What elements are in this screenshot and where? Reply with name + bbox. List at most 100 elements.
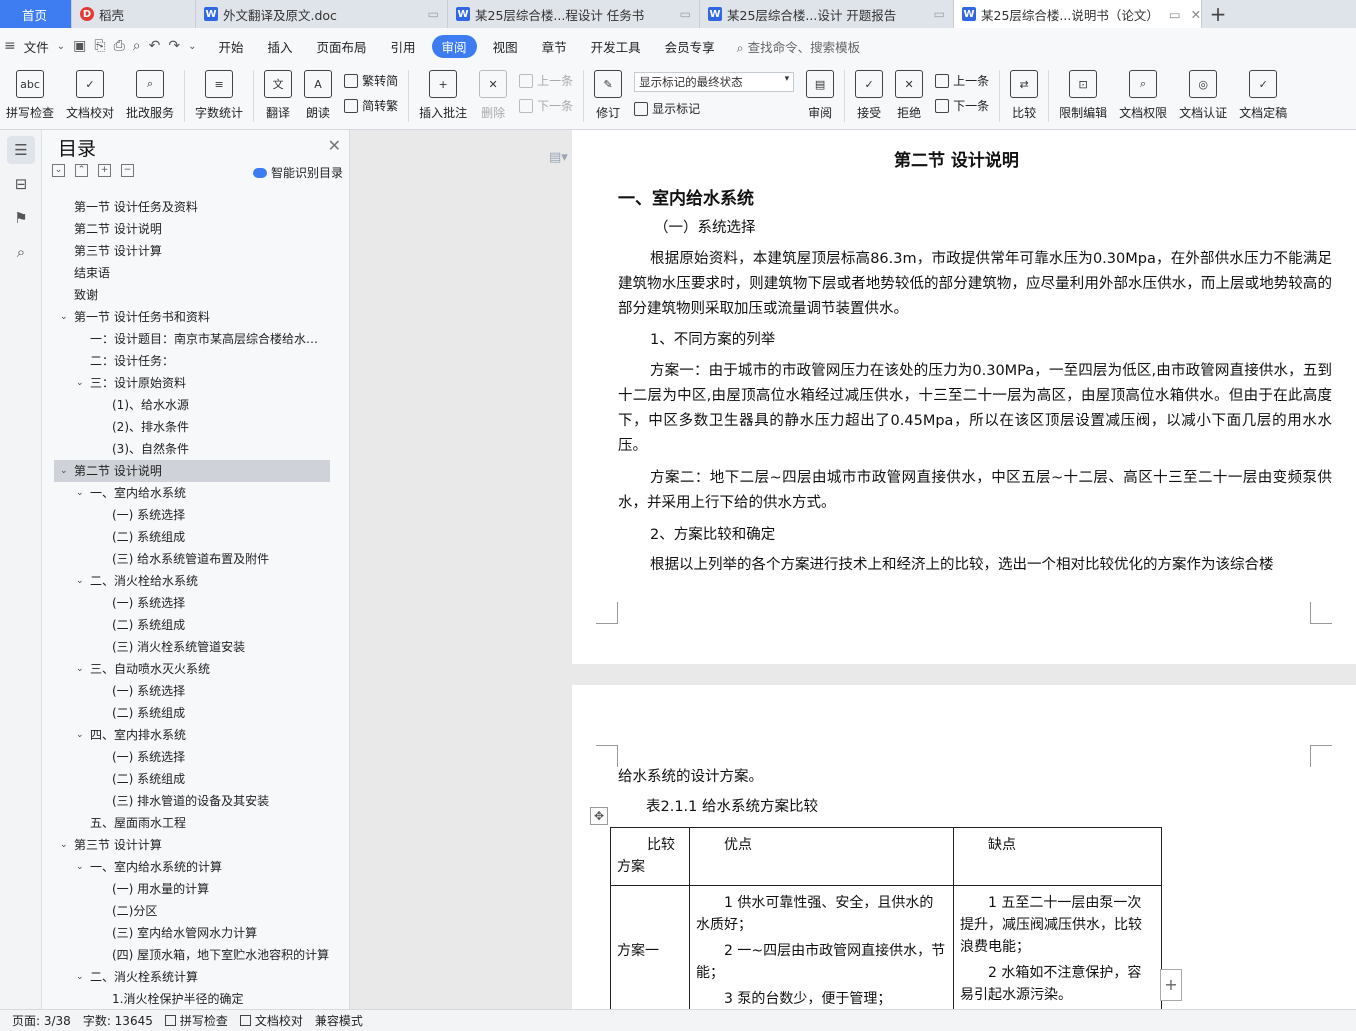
menu-developer[interactable]: 开发工具	[579, 37, 653, 56]
t2s-button[interactable]: 繁转简	[344, 72, 398, 89]
track-changes-button[interactable]: ✎ 修订	[588, 64, 628, 126]
restrict-edit-button[interactable]: ⊡ 限制编辑	[1053, 64, 1113, 126]
toc-item[interactable]: 结束语	[54, 262, 330, 284]
toc-item[interactable]: (一) 用水量的计算	[54, 878, 330, 900]
word-count[interactable]: 字数: 13645	[83, 1012, 153, 1029]
file-menu[interactable]: 文件	[24, 37, 49, 56]
chevron-down-icon[interactable]: ⌄	[76, 570, 84, 592]
toc-item[interactable]: 致谢	[54, 284, 330, 306]
toc-item[interactable]: (二) 系统组成	[54, 614, 330, 636]
chevron-down-icon[interactable]: ⌄	[60, 834, 68, 856]
smart-toc-button[interactable]: 智能识别目录	[252, 164, 343, 181]
word-count-button[interactable]: ≡ 字数统计	[189, 64, 249, 126]
toc-item[interactable]: (三) 消火栓系统管道安装	[54, 636, 330, 658]
toc-item[interactable]: ⌄ 三、自动喷水灭火系统	[54, 658, 330, 680]
tab-docer[interactable]: D 稻壳	[72, 0, 196, 28]
chevron-down-icon[interactable]: ⌄	[60, 306, 68, 328]
toc-item[interactable]: ⌄ 一、室内给水系统的计算	[54, 856, 330, 878]
toc-item[interactable]: (二) 系统组成	[54, 526, 330, 548]
toc-item[interactable]: ⌄ 三：设计原始资料	[54, 372, 330, 394]
chevron-down-icon[interactable]: ⌄	[76, 372, 84, 394]
table-cell[interactable]: 比较 方案	[610, 827, 690, 886]
menu-references[interactable]: 引用	[379, 37, 428, 56]
toc-item[interactable]: (2)、排水条件	[54, 416, 330, 438]
toc-item[interactable]: (一) 系统选择	[54, 680, 330, 702]
redo-icon[interactable]: ↷	[168, 38, 180, 54]
doc-proof-status[interactable]: 文档校对	[239, 1012, 303, 1029]
toc-item[interactable]: (三) 给水系统管道布置及附件	[54, 548, 330, 570]
toc-item[interactable]: ⌄ 二、消火栓给水系统	[54, 570, 330, 592]
toc-item[interactable]: (二) 系统组成	[54, 702, 330, 724]
reject-button[interactable]: ✕ 拒绝	[889, 64, 929, 126]
print-preview-icon[interactable]: ⌕	[133, 38, 141, 54]
toc-item[interactable]: (一) 系统选择	[54, 592, 330, 614]
minus-icon[interactable]: −	[121, 164, 134, 177]
prev-change-button[interactable]: 上一条	[935, 72, 989, 89]
toc-item[interactable]: (1)、给水水源	[54, 394, 330, 416]
table-move-handle[interactable]: ✥	[590, 807, 608, 825]
command-search[interactable]: ⌕ 查找命令、搜索模板	[737, 37, 861, 56]
menu-view[interactable]: 视图	[481, 37, 530, 56]
chevron-down-icon[interactable]: ⌄	[76, 724, 84, 746]
toc-item[interactable]: (三) 排水管道的设备及其安装	[54, 790, 330, 812]
toc-item[interactable]: 二：设计任务：	[54, 350, 330, 372]
review-pane-button[interactable]: ▤ 审阅	[800, 64, 840, 126]
read-aloud-button[interactable]: A 朗读	[298, 64, 338, 126]
toc-item[interactable]: ⌄ 第三节 设计计算	[54, 834, 330, 856]
toc-item[interactable]: ⌄ 第二节 设计说明	[54, 460, 330, 482]
doc-proof-button[interactable]: ✓ 文档校对	[60, 64, 120, 126]
chevron-down-icon[interactable]: ⌄	[76, 658, 84, 680]
tab-home[interactable]: 首页	[0, 0, 72, 28]
undo-icon[interactable]: ↶	[149, 38, 161, 54]
toc-item[interactable]: (二)分区	[54, 900, 330, 922]
new-tab-button[interactable]: +	[1202, 0, 1234, 28]
paragraph[interactable]: 根据以上列举的各个方案进行技术上和经济上的比较，选出一个相对比较优化的方案作为该…	[618, 553, 1332, 578]
hamburger-icon[interactable]: ≡	[4, 38, 16, 54]
close-icon[interactable]: ✕	[1191, 7, 1201, 22]
toc-item[interactable]: 1.消火栓保护半径的确定	[54, 988, 330, 1010]
paragraph[interactable]: 根据原始资料，本建筑屋顶层标高86.3m，市政提供常年可靠水压为0.30Mpa，…	[618, 247, 1332, 322]
page-nav-icon[interactable]: ▤▾	[549, 150, 568, 165]
doc-permission-button[interactable]: ⌕ 文档权限	[1113, 64, 1173, 126]
tab-doc-thesis[interactable]: W 某25层综合楼...说明书（论文） ▭ ✕	[954, 0, 1202, 28]
menu-start[interactable]: 开始	[206, 37, 255, 56]
toc-item[interactable]: ⌄ 一、室内给水系统	[54, 482, 330, 504]
chevron-down-icon[interactable]: ⌄	[76, 856, 84, 878]
toc-item[interactable]: ⌄ 第一节 设计任务书和资料	[54, 306, 330, 328]
plus-icon[interactable]: +	[98, 164, 111, 177]
customize-icon[interactable]: ⌄	[188, 41, 196, 52]
menu-section[interactable]: 章节	[530, 37, 579, 56]
toc-item[interactable]: ⌄ 二、消火栓系统计算	[54, 966, 330, 988]
bookmark-icon[interactable]: ⚑	[7, 204, 35, 232]
table-cell[interactable]: 1 五至二十一层由泵一次提升，减压阀减压供水，比较浪费电能； 2 水箱如不注意保…	[953, 885, 1162, 1009]
chevron-down-icon[interactable]: ⌄	[76, 966, 84, 988]
toc-item[interactable]: (四) 屋顶水箱，地下室贮水池容积的计算	[54, 944, 330, 966]
toc-item[interactable]: 第一节 设计任务及资料	[54, 196, 330, 218]
menu-layout[interactable]: 页面布局	[305, 37, 379, 56]
navigation-icon[interactable]: ⊟	[7, 170, 35, 198]
tab-doc-task[interactable]: W 某25层综合楼...程设计 任务书 ▭	[448, 0, 700, 28]
toc-item[interactable]: (三) 室内给水管网水力计算	[54, 922, 330, 944]
search-icon[interactable]: ⌕	[7, 238, 35, 266]
table-cell[interactable]: 方案一	[610, 885, 690, 1009]
table-cell[interactable]: 优点	[689, 827, 954, 886]
spell-check-status[interactable]: 拼写检查	[164, 1012, 228, 1029]
menu-review[interactable]: 审阅	[431, 34, 477, 58]
chevron-down-icon[interactable]: ⌄	[60, 460, 68, 482]
table-cell[interactable]: 1 供水可靠性强、安全，且供水的水质好； 2 一~四层由市政管网直接供水，节能；…	[689, 885, 954, 1009]
close-icon[interactable]: ✕	[328, 136, 341, 155]
insert-comment-button[interactable]: + 插入批注	[413, 64, 473, 126]
toc-item[interactable]: 第二节 设计说明	[54, 218, 330, 240]
toc-item[interactable]: 第三节 设计计算	[54, 240, 330, 262]
next-comment-button[interactable]: 下一条	[519, 97, 573, 114]
tab-doc-translation[interactable]: W 外文翻译及原文.doc ▭	[196, 0, 448, 28]
doc-final-button[interactable]: ✓ 文档定稿	[1233, 64, 1293, 126]
chevron-down-icon[interactable]: ⌄	[76, 482, 84, 504]
print-icon[interactable]: ⎙	[114, 38, 125, 54]
paragraph[interactable]: 方案一：由于城市的市政管网压力在该处的压力为0.30MPa，一至四层为低区,由市…	[618, 359, 1332, 459]
menu-insert[interactable]: 插入	[256, 37, 305, 56]
expand-all-icon[interactable]: ⌃	[75, 164, 88, 177]
doc-cert-button[interactable]: ◎ 文档认证	[1173, 64, 1233, 126]
toc-item[interactable]: (3)、自然条件	[54, 438, 330, 460]
compare-button[interactable]: ⇄ 比较	[1004, 64, 1044, 126]
